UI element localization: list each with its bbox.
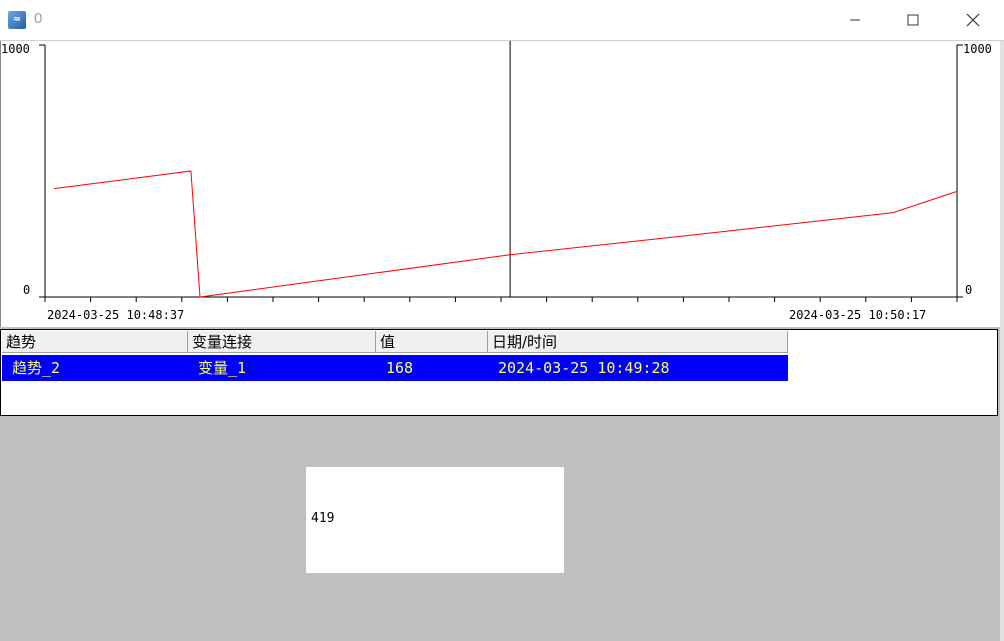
- trend-chart[interactable]: 1000 0 1000 0 2024-03-25 10:48:37 2024-0…: [1, 41, 1001, 327]
- x-end-label: 2024-03-25 10:50:17: [789, 308, 926, 322]
- cell-datetime: 2024-03-25 10:49:28: [498, 359, 670, 377]
- table-row[interactable]: 趋势_2 变量_1 168 2024-03-25 10:49:28: [2, 355, 788, 381]
- y-max-label-right: 1000: [963, 42, 992, 56]
- trend-value-table[interactable]: 趋势 变量连接 值 日期/时间 趋势_2 变量_1 168 2024-03-25…: [0, 329, 998, 416]
- close-button[interactable]: [950, 0, 996, 40]
- maximize-icon: [907, 14, 919, 26]
- trend-chart-panel[interactable]: 1000 0 1000 0 2024-03-25 10:48:37 2024-0…: [0, 41, 1002, 327]
- y-min-label-right: 0: [965, 283, 972, 297]
- trend-series-line: [54, 170, 958, 298]
- window-title: 0: [34, 10, 43, 27]
- y-min-label-left: 0: [23, 283, 30, 297]
- maximize-button[interactable]: [890, 0, 936, 40]
- value-display-box: 419: [306, 467, 564, 573]
- column-header-value[interactable]: 值: [376, 331, 488, 353]
- value-display-text: 419: [311, 511, 335, 526]
- column-header-variable[interactable]: 变量连接: [188, 331, 376, 353]
- column-header-trend[interactable]: 趋势: [2, 331, 188, 353]
- close-icon: [966, 13, 980, 27]
- window-right-edge: [1000, 41, 1004, 641]
- table-header: 趋势 变量连接 值 日期/时间: [2, 331, 789, 355]
- x-axis-ticks: [44, 297, 958, 302]
- cell-trend: 趋势_2: [12, 359, 61, 377]
- minimize-button[interactable]: [832, 0, 878, 40]
- cell-variable: 变量_1: [198, 359, 247, 377]
- trend-app-icon: ≈: [8, 11, 26, 29]
- title-bar: ≈ 0: [0, 0, 1004, 41]
- column-header-datetime[interactable]: 日期/时间: [488, 331, 788, 353]
- minimize-icon: [850, 19, 860, 21]
- y-max-label-left: 1000: [1, 42, 30, 56]
- cell-value: 168: [386, 359, 414, 377]
- x-start-label: 2024-03-25 10:48:37: [47, 308, 184, 322]
